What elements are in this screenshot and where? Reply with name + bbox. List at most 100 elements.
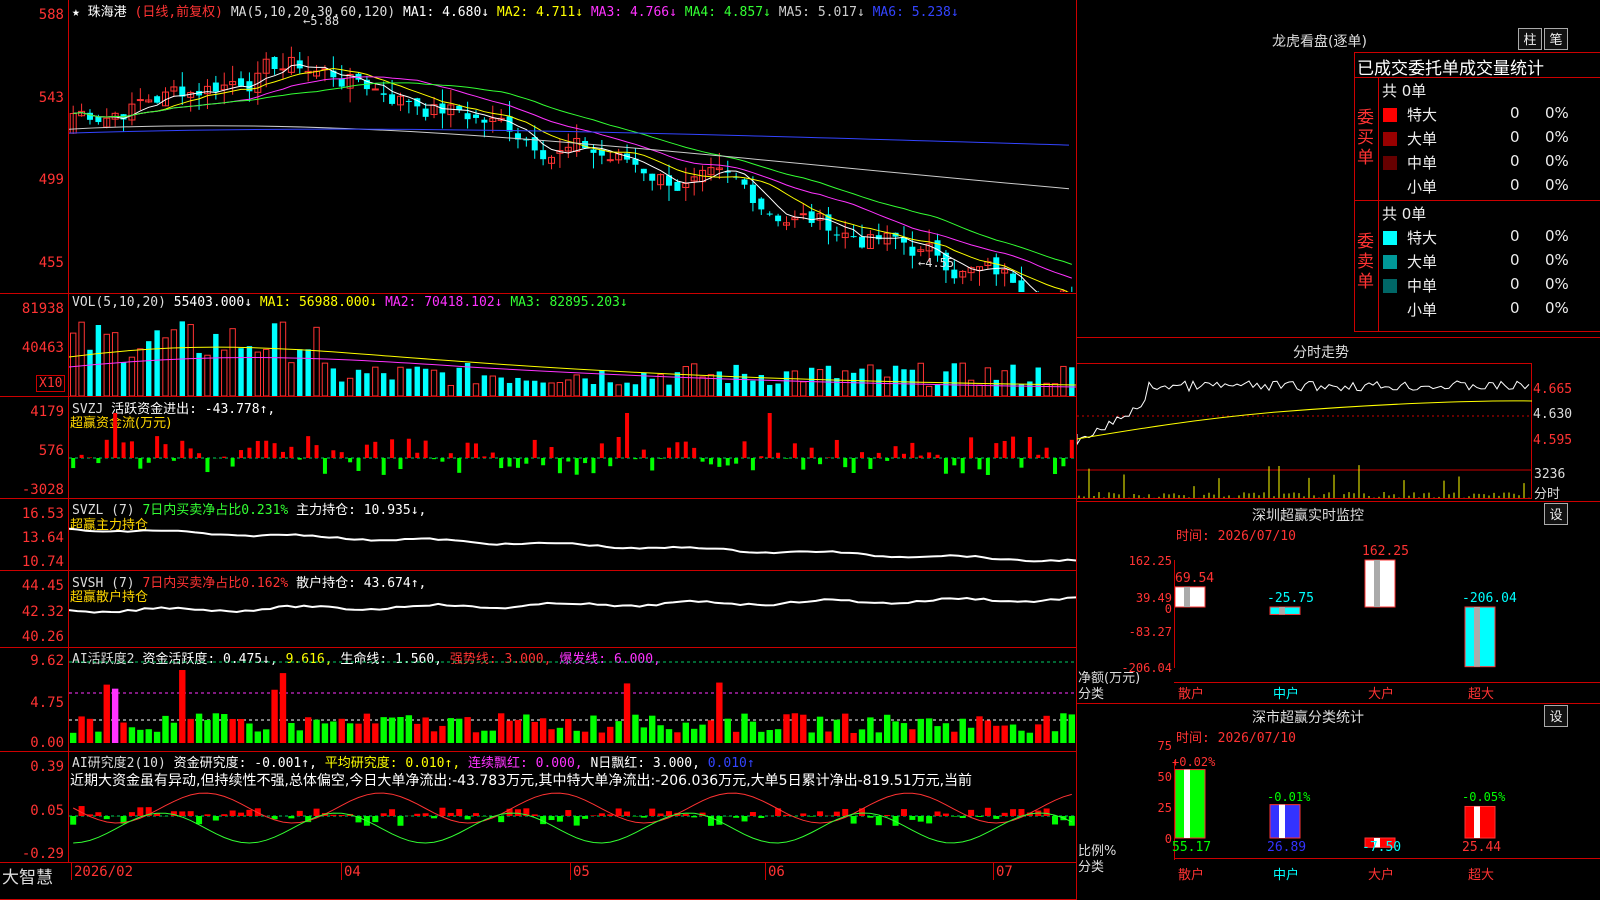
activity-bar: [388, 717, 396, 743]
volume-bar: [967, 379, 975, 396]
activity-bar: [304, 717, 312, 743]
activity-bar: [640, 727, 648, 743]
volume-bar: [716, 371, 723, 396]
price-line: [1077, 380, 1530, 446]
research-bar: [414, 813, 421, 816]
bar-value: -206.04: [1462, 591, 1517, 606]
y-tick-label: 40463: [21, 340, 64, 356]
volume-bar: [775, 383, 781, 396]
activity-bar: [195, 713, 203, 743]
tick-view-button[interactable]: 笔: [1544, 28, 1568, 50]
fund-flow-bar: [415, 452, 420, 458]
candle-body: [766, 213, 773, 215]
order-class-name: 大单: [1407, 130, 1438, 148]
activity-bar: [430, 731, 438, 743]
fund-flow-bar: [532, 439, 537, 458]
order-class-name: 特大: [1407, 106, 1438, 124]
candle-body: [808, 211, 815, 223]
fund-flow-bar: [918, 455, 923, 458]
volume-bar: [321, 362, 329, 396]
volume-bar: [901, 369, 907, 396]
volume-bar: [103, 333, 110, 396]
activity-bar: [766, 730, 773, 743]
candle-body: [389, 94, 396, 104]
y-tick-label: 75: [1157, 739, 1172, 753]
activity-bar: [791, 713, 799, 743]
fund-flow-bar: [96, 458, 101, 464]
fund-flow-bar: [784, 458, 789, 459]
activity-bar: [363, 713, 371, 743]
color-swatch: [1383, 156, 1397, 170]
activity-bar: [976, 716, 983, 743]
dragon-header-divider: [1354, 77, 1600, 78]
research-bar: [951, 816, 958, 817]
y-tick-label: 0.39: [30, 759, 64, 775]
candle-body: [590, 149, 597, 153]
research-bar: [531, 814, 538, 816]
fund-flow-bar: [1061, 458, 1066, 467]
retail-holding-chart[interactable]: [69, 571, 1076, 647]
high-price-marker: ←5.88: [303, 14, 340, 28]
fund-flow-bar: [860, 452, 865, 458]
fund-flow-bar: [79, 454, 84, 458]
volume-chart[interactable]: [69, 297, 1076, 396]
monitor-bar-chart[interactable]: [1175, 545, 1600, 680]
category-label: 超大: [1468, 687, 1495, 702]
candle-body: [464, 113, 471, 120]
color-swatch: [1383, 108, 1397, 122]
candle-body: [674, 181, 681, 191]
volume-bar: [380, 373, 387, 396]
volume-bar: [346, 377, 354, 396]
intraday-chart[interactable]: [1077, 364, 1532, 498]
candle-body: [472, 114, 479, 118]
category-label: 超大: [1468, 868, 1495, 883]
fund-flow-bar: [591, 458, 596, 474]
price-tick: 4.630: [1533, 407, 1573, 422]
volume-bar: [313, 326, 320, 396]
volume-bar: [389, 379, 395, 396]
fund-flow-bar: [230, 458, 235, 467]
volume-bar: [917, 362, 924, 396]
classify-settings-button[interactable]: 设: [1544, 705, 1568, 727]
bar-highlight: [1279, 804, 1285, 838]
volume-bar: [506, 382, 513, 396]
category-label: 中户: [1273, 687, 1300, 702]
research-bar: [624, 811, 631, 816]
candlestick-chart[interactable]: [69, 18, 1076, 292]
monitor-settings-button[interactable]: 设: [1544, 503, 1568, 525]
activity-bar: [808, 732, 815, 743]
volume-bar: [993, 379, 999, 396]
fund-flow-bar: [423, 440, 428, 458]
candle-body: [833, 234, 840, 236]
activity-bar: [573, 730, 580, 743]
buy-total: 共 0单: [1382, 82, 1427, 100]
fund-flow-bar: [406, 438, 411, 458]
volume-bar: [959, 362, 966, 396]
volume-bar: [456, 367, 462, 396]
bar-view-button[interactable]: 柱: [1518, 28, 1542, 50]
bar-highlight: [1474, 607, 1480, 667]
research-bar: [330, 814, 337, 816]
fund-flow-bar: [541, 458, 546, 466]
research-bar: [808, 816, 815, 817]
activity-bar: [1009, 724, 1017, 743]
fund-flow-chart[interactable]: [69, 398, 1076, 498]
research-bar: [833, 811, 840, 816]
fund-flow-bar: [264, 440, 269, 458]
legend-item: N日飘红: 3.000,: [590, 756, 708, 771]
bar-中户: [1269, 606, 1301, 615]
activity-bar: [103, 684, 110, 743]
research-bar: [380, 813, 387, 816]
activity-bar: [732, 731, 740, 743]
ai-research-chart[interactable]: [69, 788, 1076, 862]
main-holding-chart[interactable]: [69, 499, 1076, 570]
ai-activity-chart[interactable]: [69, 648, 1076, 751]
activity-bar: [615, 721, 622, 743]
fund-flow-bar: [222, 456, 227, 458]
fund-flow-bar: [104, 439, 109, 458]
candle-body: [279, 68, 287, 71]
activity-bar: [539, 718, 547, 743]
y-tick-label: -3028: [21, 482, 64, 498]
research-bar: [514, 809, 521, 816]
bar-大户: [1364, 559, 1396, 608]
